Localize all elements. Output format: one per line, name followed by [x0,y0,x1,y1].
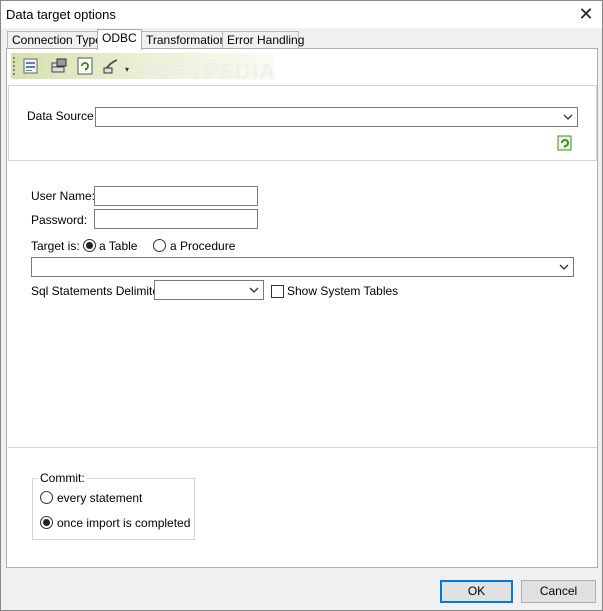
title-bar: Data target options ✕ [1,1,602,28]
refresh-data-source-icon[interactable] [557,135,573,151]
commit-area: Commit: every statement once import is c… [8,447,597,567]
radio-every-statement-label[interactable]: every statement [57,491,142,505]
cancel-button[interactable]: Cancel [521,580,596,603]
toolbar: ▾ SOFTPEDIA [11,53,275,84]
window-title: Data target options [6,7,116,22]
tab-connection-type[interactable]: Connection Type [7,31,102,49]
odbc-panel: ▾ SOFTPEDIA Data Source: User Name: Pass… [6,48,598,568]
target-label: Target is: [31,239,80,253]
tab-strip: Connection Type ODBC Transformation Erro… [7,29,597,50]
radio-every-statement[interactable] [40,491,53,504]
sql-delimiter-label: Sql Statements Delimiter: [31,284,167,298]
brush-icon[interactable] [101,56,121,76]
refresh-icon[interactable] [75,56,95,76]
radio-a-procedure-label[interactable]: a Procedure [170,239,235,253]
data-source-label: Data Source: [27,109,98,123]
sql-delimiter-combo[interactable] [154,280,264,300]
commit-groupbox [32,478,195,540]
toolbar-grip[interactable] [13,57,16,75]
dialog-window: Data target options ✕ Connection Type OD… [0,0,603,611]
password-label: Password: [31,213,88,227]
user-name-label: User Name: [31,189,96,203]
radio-a-table-label[interactable]: a Table [99,239,137,253]
data-source-combo[interactable] [95,107,578,127]
data-source-group: Data Source: [8,85,597,161]
table-icon[interactable] [49,56,69,76]
tab-error-handling[interactable]: Error Handling [222,31,304,49]
watermark-text: SOFTPEDIA [141,59,276,84]
ok-button[interactable]: OK [440,580,513,603]
commit-legend: Commit: [38,471,87,485]
radio-once-import-completed[interactable] [40,516,53,529]
password-input[interactable] [94,209,258,229]
chevron-down-icon[interactable] [562,111,574,123]
toolbar-dropdown-icon[interactable]: ▾ [125,65,129,74]
close-button[interactable]: ✕ [574,3,598,25]
chevron-down-icon[interactable] [248,284,260,296]
database-icon[interactable] [21,56,41,76]
target-combo[interactable] [31,257,574,277]
show-system-tables-label[interactable]: Show System Tables [287,284,398,298]
show-system-tables-checkbox[interactable] [271,285,284,298]
radio-once-import-completed-label[interactable]: once import is completed [57,516,190,530]
radio-a-table[interactable] [83,239,96,252]
radio-a-procedure[interactable] [153,239,166,252]
tab-transformation[interactable]: Transformation [141,31,226,49]
tab-odbc[interactable]: ODBC [97,29,142,50]
chevron-down-icon[interactable] [558,261,570,273]
user-name-input[interactable] [94,186,258,206]
